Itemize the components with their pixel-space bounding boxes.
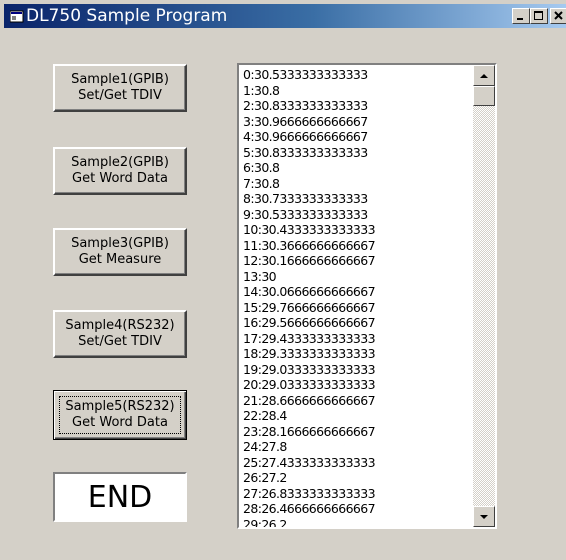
list-item[interactable]: 6:30.8 xyxy=(243,160,471,176)
sample2-gpib-get-word-data-button[interactable]: Sample2(GPIB) Get Word Data xyxy=(53,147,187,195)
data-listbox[interactable]: 0:30.5333333333333 1:30.8 2:30.83333333333… xyxy=(237,63,497,529)
arrow-up-icon xyxy=(480,74,488,78)
close-icon xyxy=(554,11,563,20)
list-item[interactable]: 0:30.5333333333333 xyxy=(243,67,471,83)
window-title: DL750 Sample Program xyxy=(26,6,228,26)
list-item[interactable]: 20:29.0333333333333 xyxy=(243,377,471,393)
arrow-down-icon xyxy=(480,515,488,519)
minimize-button[interactable] xyxy=(512,8,530,24)
data-list: 0:30.5333333333333 1:30.8 2:30.83333333333… xyxy=(243,67,471,528)
sample4-rs232-set-get-tdiv-button[interactable]: Sample4(RS232) Set/Get TDIV xyxy=(53,310,187,358)
list-item[interactable]: 4:30.9666666666667 xyxy=(243,129,471,145)
list-item[interactable]: 24:27.8 xyxy=(243,439,471,455)
list-item[interactable]: 19:29.0333333333333 xyxy=(243,362,471,378)
list-item[interactable]: 22:28.4 xyxy=(243,408,471,424)
list-item[interactable]: 15:29.7666666666667 xyxy=(243,300,471,316)
list-item[interactable]: 23:28.1666666666667 xyxy=(243,424,471,440)
list-item[interactable]: 27:26.8333333333333 xyxy=(243,486,471,502)
scroll-up-button[interactable] xyxy=(473,65,495,86)
list-item[interactable]: 11:30.3666666666667 xyxy=(243,238,471,254)
scroll-down-button[interactable] xyxy=(473,506,495,527)
list-item[interactable]: 5:30.8333333333333 xyxy=(243,145,471,161)
sample5-rs232-get-word-data-button[interactable]: Sample5(RS232) Get Word Data xyxy=(53,390,187,440)
list-item[interactable]: 25:27.4333333333333 xyxy=(243,455,471,471)
list-item[interactable]: 8:30.7333333333333 xyxy=(243,191,471,207)
list-item[interactable]: 12:30.1666666666667 xyxy=(243,253,471,269)
list-item[interactable]: 14:30.0666666666667 xyxy=(243,284,471,300)
list-item[interactable]: 26:27.2 xyxy=(243,470,471,486)
scroll-thumb[interactable] xyxy=(473,86,495,106)
maximize-icon xyxy=(534,11,543,20)
vertical-scrollbar[interactable] xyxy=(473,65,495,527)
list-item[interactable]: 17:29.4333333333333 xyxy=(243,331,471,347)
title-bar[interactable]: DL750 Sample Program xyxy=(4,4,566,28)
list-item[interactable]: 2:30.8333333333333 xyxy=(243,98,471,114)
list-item[interactable]: 7:30.8 xyxy=(243,176,471,192)
list-item[interactable]: 9:30.5333333333333 xyxy=(243,207,471,223)
close-button[interactable] xyxy=(550,8,566,24)
list-item[interactable]: 18:29.3333333333333 xyxy=(243,346,471,362)
app-window-icon[interactable] xyxy=(9,9,24,23)
list-item[interactable]: 16:29.5666666666667 xyxy=(243,315,471,331)
list-item[interactable]: 13:30 xyxy=(243,269,471,285)
sample1-gpib-set-get-tdiv-button[interactable]: Sample1(GPIB) Set/Get TDIV xyxy=(53,64,187,112)
list-item[interactable]: 1:30.8 xyxy=(243,83,471,99)
sample3-gpib-get-measure-button[interactable]: Sample3(GPIB) Get Measure xyxy=(53,228,187,276)
list-item[interactable]: 3:30.9666666666667 xyxy=(243,114,471,130)
list-item[interactable]: 21:28.6666666666667 xyxy=(243,393,471,409)
main-window: DL750 Sample Program Sample1(GPIB) Set/G… xyxy=(0,0,566,560)
list-item[interactable]: 29:26.2 xyxy=(243,517,471,528)
list-item[interactable]: 28:26.4666666666667 xyxy=(243,501,471,517)
minimize-icon xyxy=(517,18,523,20)
maximize-button[interactable] xyxy=(530,8,548,24)
sample5-button-label: Sample5(RS232) Get Word Data xyxy=(65,399,175,430)
list-item[interactable]: 10:30.4333333333333 xyxy=(243,222,471,238)
end-button[interactable]: END xyxy=(53,472,187,522)
